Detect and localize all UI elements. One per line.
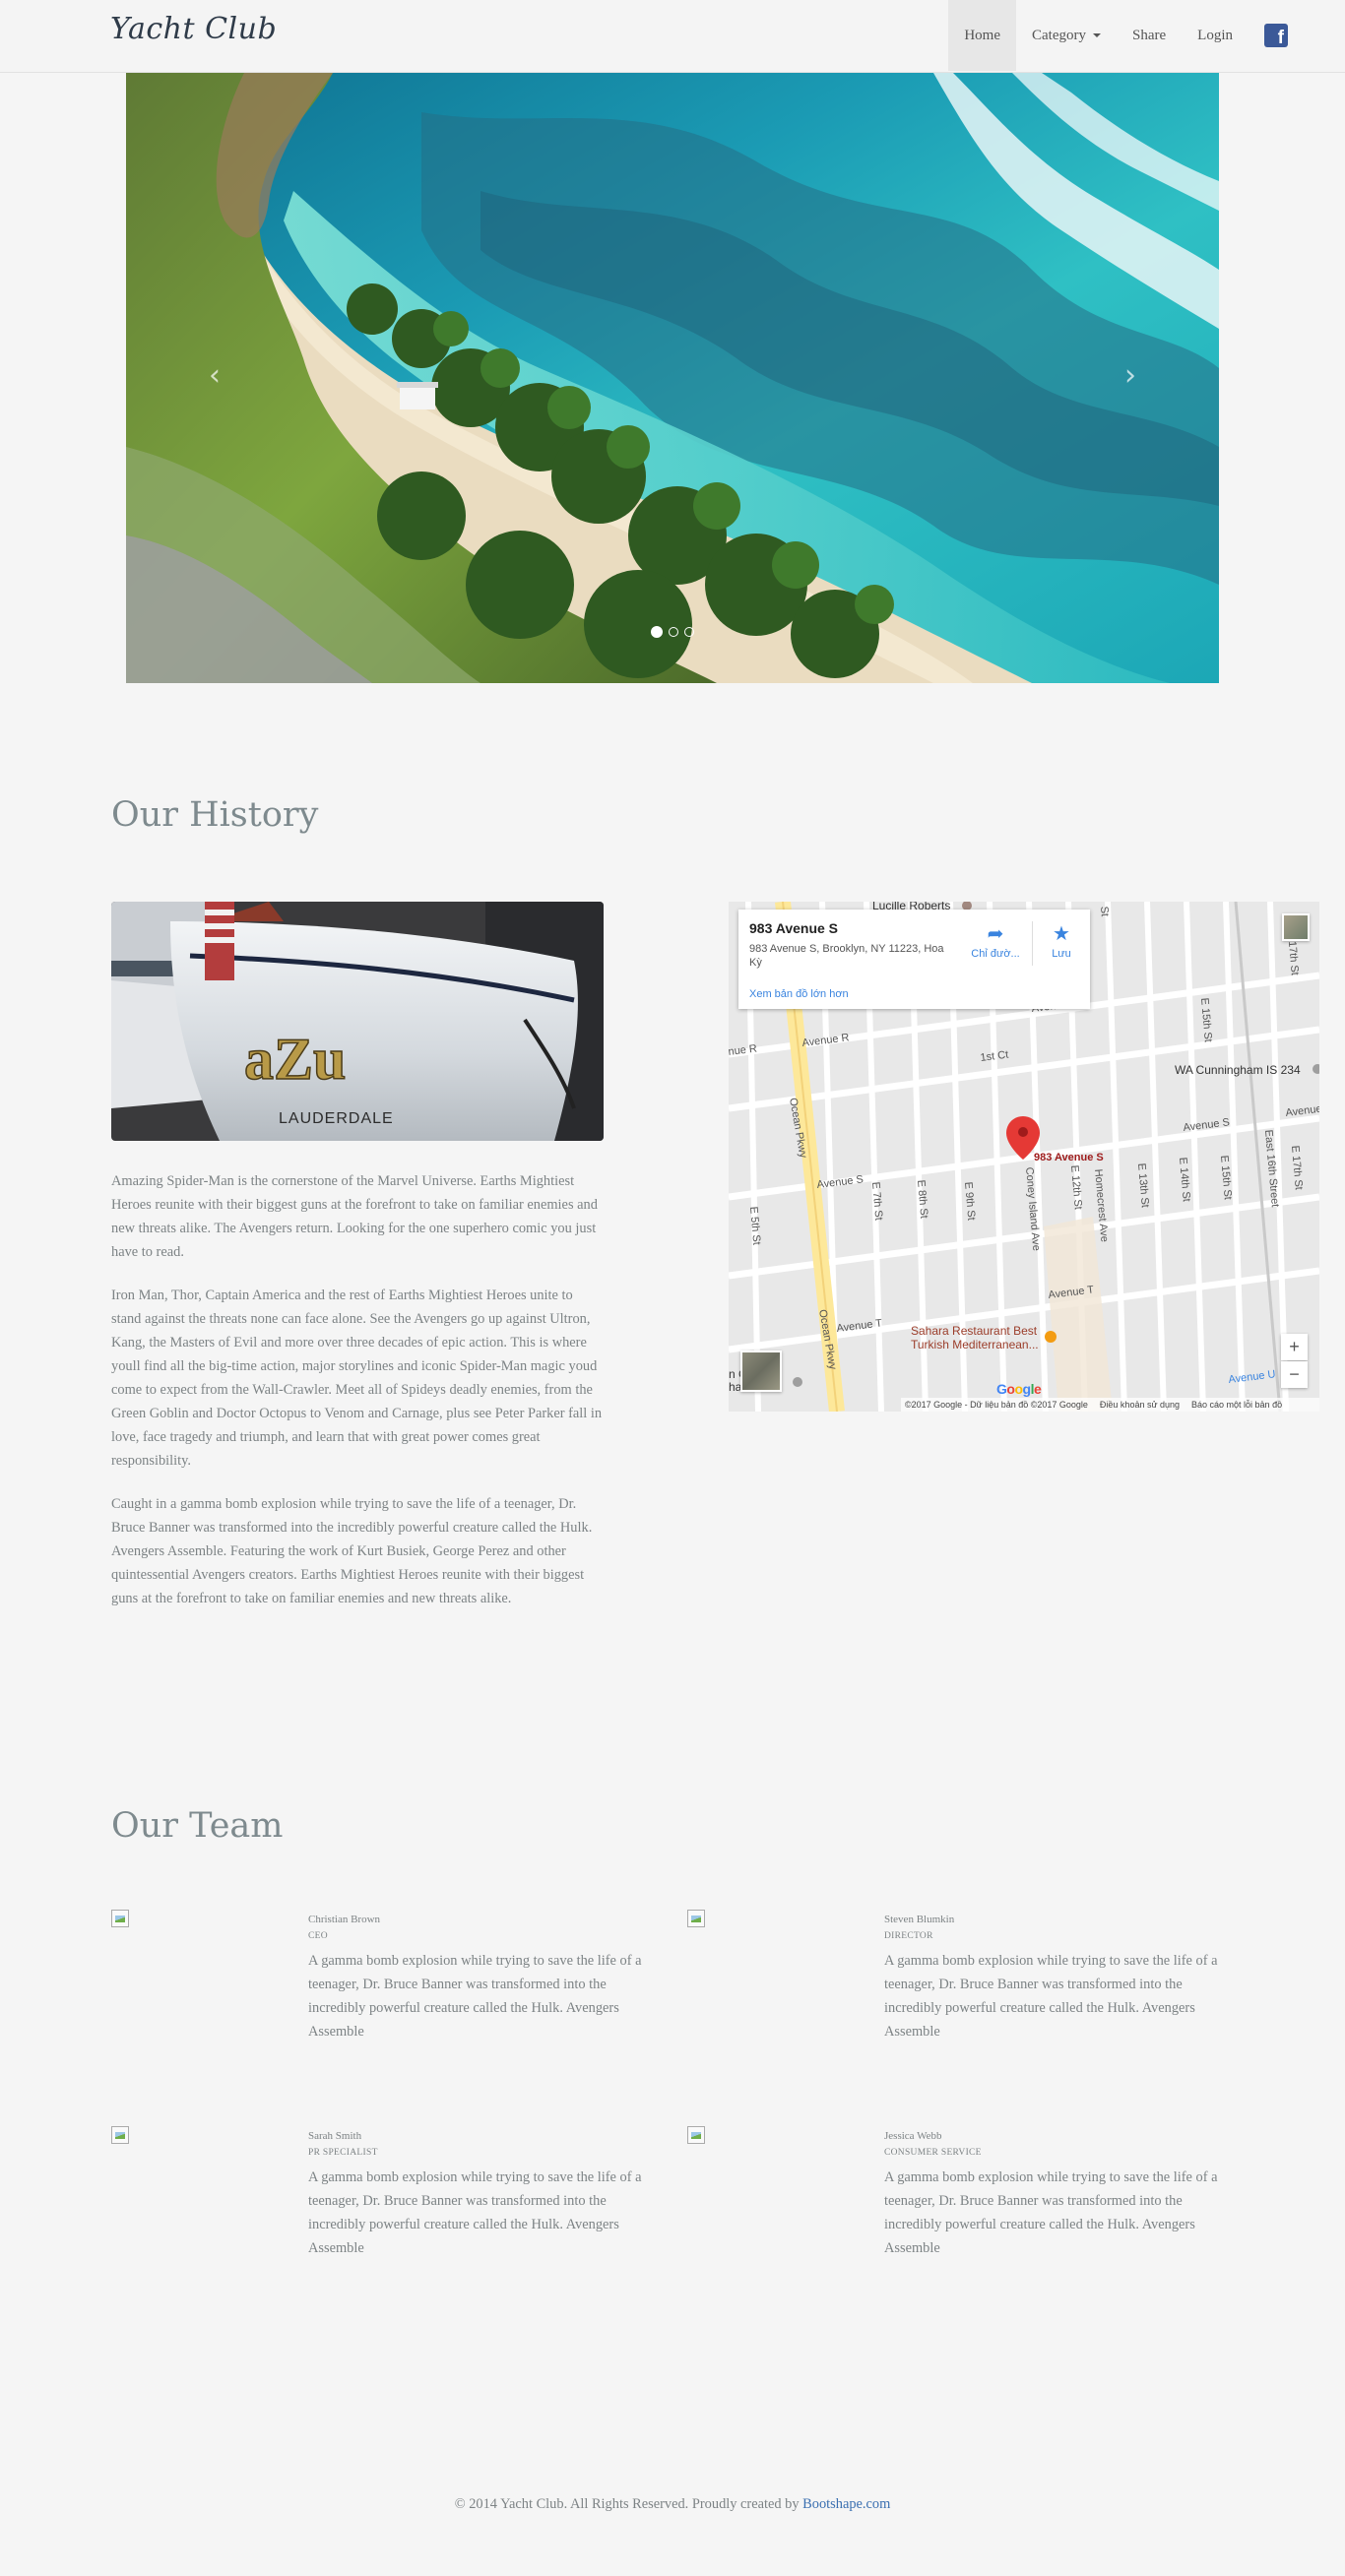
map-footer-terms[interactable]: Điều khoản sử dụng [1100, 1398, 1180, 1412]
map-zoom-out-button[interactable]: − [1281, 1361, 1308, 1388]
history-paragraph-3: Caught in a gamma bomb explosion while t… [111, 1496, 593, 1606]
map-label-marker: 983 Avenue S [1034, 1152, 1104, 1163]
footer-text: © 2014 Yacht Club. All Rights Reserved. … [454, 2496, 803, 2512]
nav-item-login[interactable]: Login [1182, 0, 1249, 71]
carousel-indicator-3[interactable] [684, 627, 694, 637]
broken-image-icon [687, 1910, 705, 1927]
facebook-icon: f [1264, 24, 1288, 47]
broken-image-icon [687, 2126, 705, 2144]
member-bio: A gamma bomb explosion while trying to s… [308, 2169, 642, 2256]
boat-name-text: aZu [244, 1027, 346, 1092]
map-footer: ©2017 Google - Dữ liệu bản đồ ©2017 Goog… [901, 1398, 1319, 1412]
history-paragraph-1: Amazing Spider-Man is the cornerstone of… [111, 1173, 598, 1260]
nav-item-facebook[interactable]: f [1249, 0, 1345, 71]
beach-slide-image [126, 73, 1219, 683]
carousel-next-arrow[interactable]: › [1124, 358, 1136, 393]
boat-image: aZu LAUDERDALE [111, 902, 604, 1141]
member-role: CONSUMER SERVICE [884, 2148, 982, 2158]
directions-icon: ➦ [987, 923, 1004, 945]
map-directions-label: Chỉ đườ... [971, 948, 1020, 960]
navbar: Yacht Club Home Category Share Login f [0, 0, 1345, 73]
carousel-indicators [126, 626, 1219, 638]
member-name: Steven Blumkin [884, 1914, 955, 1925]
team-member-card: Steven Blumkin DIRECTOR A gamma bomb exp… [687, 1910, 1258, 2057]
member-role: DIRECTOR [884, 1931, 933, 1941]
hero-carousel[interactable]: ‹ › [126, 73, 1219, 683]
nav-menu: Home Category Share Login f [948, 0, 1345, 71]
nav-item-login-label: Login [1197, 27, 1233, 43]
member-role: PR SPECIALIST [308, 2148, 378, 2158]
nav-item-share-label: Share [1132, 27, 1167, 43]
broken-image-icon [111, 2126, 129, 2144]
google-logo: Google [996, 1381, 1042, 1397]
map-place-title: 983 Avenue S [749, 920, 839, 936]
map-footer-data: ©2017 Google - Dữ liệu bản đồ ©2017 Goog… [905, 1400, 1088, 1410]
nav-item-home[interactable]: Home [948, 0, 1017, 71]
caret-down-icon [1093, 33, 1101, 37]
map-save-label: Lưu [1052, 948, 1071, 960]
map-directions-button[interactable]: ➦ Chỉ đườ... [965, 921, 1026, 960]
nav-item-category[interactable]: Category [1016, 0, 1117, 71]
broken-image-icon [111, 1910, 129, 1927]
map-larger-link[interactable]: Xem bản đồ lớn hơn [749, 988, 849, 1000]
map-save-button[interactable]: ★ Lưu [1042, 921, 1081, 960]
brand-logo[interactable]: Yacht Club [110, 12, 277, 46]
team-member-card: Sarah Smith PR SPECIALIST A gamma bomb e… [111, 2126, 682, 2274]
team-member-card: Jessica Webb CONSUMER SERVICE A gamma bo… [687, 2126, 1258, 2274]
star-icon: ★ [1053, 923, 1070, 945]
map-label-st: St [1098, 906, 1111, 916]
history-paragraph-2: Iron Man, Thor, Captain America and the … [111, 1288, 603, 1469]
footer-bootshape-link[interactable]: Bootshape.com [802, 2496, 890, 2512]
carousel-prev-arrow[interactable]: ‹ [209, 358, 221, 393]
member-bio: A gamma bomb explosion while trying to s… [884, 1953, 1218, 2040]
google-map[interactable]: Lucille Roberts WA Cunningham IS 234 Sah… [729, 902, 1319, 1412]
map-place-card: 983 Avenue S 983 Avenue S, Brooklyn, NY … [738, 910, 1090, 1009]
member-name: Sarah Smith [308, 2130, 362, 2142]
map-label-wa: WA Cunningham IS 234 [1175, 1063, 1301, 1077]
team-member-card: Christian Brown CEO A gamma bomb explosi… [111, 1910, 682, 2057]
carousel-indicator-2[interactable] [669, 627, 678, 637]
member-role: CEO [308, 1931, 328, 1941]
carousel-indicator-1[interactable] [651, 626, 663, 638]
map-footer-report[interactable]: Báo cáo một lỗi bản đồ [1191, 1398, 1282, 1412]
member-bio: A gamma bomb explosion while trying to s… [884, 2169, 1218, 2256]
map-satellite-toggle-top[interactable] [1282, 913, 1310, 941]
member-name: Christian Brown [308, 1914, 381, 1925]
page-footer: © 2014 Yacht Club. All Rights Reserved. … [0, 2496, 1345, 2513]
member-name: Jessica Webb [884, 2130, 942, 2142]
nav-item-category-label: Category [1032, 27, 1086, 43]
map-label-sahara-2: Turkish Mediterranean... [911, 1338, 1039, 1351]
map-zoom-in-button[interactable]: + [1281, 1334, 1308, 1360]
map-satellite-toggle[interactable] [740, 1351, 782, 1392]
team-title: Our Team [111, 1806, 284, 1846]
map-label-sahara-1: Sahara Restaurant Best [911, 1324, 1038, 1338]
history-text: Amazing Spider-Man is the cornerstone of… [111, 1169, 604, 1630]
nav-item-share[interactable]: Share [1117, 0, 1182, 71]
member-bio: A gamma bomb explosion while trying to s… [308, 1953, 642, 2040]
boat-port-text: LAUDERDALE [279, 1110, 394, 1127]
nav-item-home-label: Home [964, 27, 1001, 43]
map-place-address: 983 Avenue S, Brooklyn, NY 11223, Hoa Kỳ [749, 943, 944, 969]
map-card-divider [1032, 921, 1033, 966]
history-title: Our History [111, 795, 319, 835]
